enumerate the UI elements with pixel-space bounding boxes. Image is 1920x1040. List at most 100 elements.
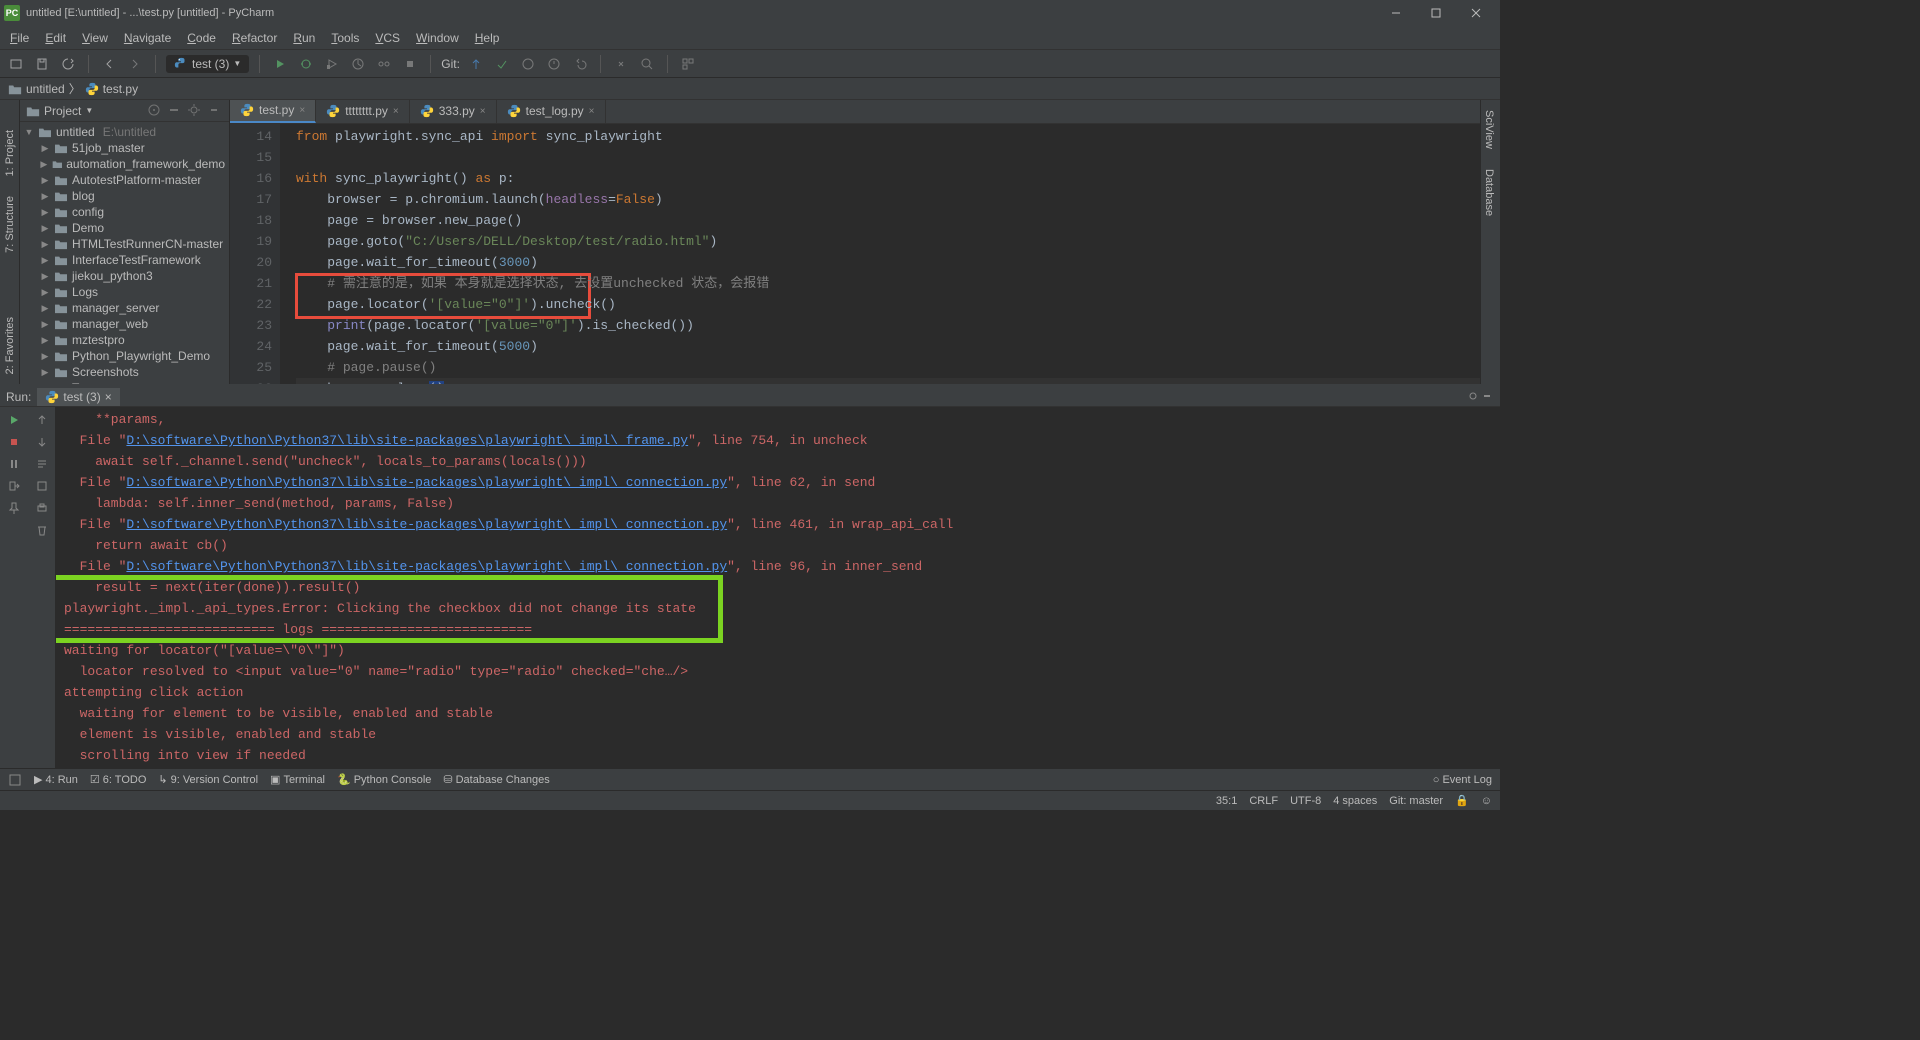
menu-code[interactable]: Code — [179, 29, 224, 47]
tree-node[interactable]: ▶AutotestPlatform-master — [20, 172, 229, 188]
status-vcs[interactable]: ↳ 9: Version Control — [158, 773, 258, 786]
locate-button[interactable] — [147, 103, 163, 119]
tree-node[interactable]: ▶InterfaceTestFramework — [20, 252, 229, 268]
hector-icon[interactable]: ☺ — [1481, 795, 1492, 807]
up-button[interactable] — [33, 411, 51, 429]
rerun-button[interactable] — [5, 411, 23, 429]
status-pyconsole[interactable]: 🐍 Python Console — [337, 773, 431, 786]
pause-button[interactable] — [5, 455, 23, 473]
status-position[interactable]: 35:1 — [1216, 795, 1237, 807]
side-tab-sciview[interactable]: SciView — [1481, 100, 1497, 159]
tree-node[interactable]: ▼Test — [20, 380, 229, 384]
hide-button[interactable] — [1480, 389, 1494, 406]
menu-help[interactable]: Help — [467, 29, 508, 47]
project-tree[interactable]: ▼untitledE:\untitled▶51job_master▶automa… — [20, 122, 229, 384]
forward-button[interactable] — [125, 54, 145, 74]
profile-button[interactable] — [348, 54, 368, 74]
git-commit-button[interactable] — [492, 54, 512, 74]
editor-tab[interactable]: test.py× — [230, 100, 316, 123]
breadcrumb-root[interactable]: untitled — [26, 82, 65, 96]
status-terminal[interactable]: ▣ Terminal — [270, 773, 325, 786]
tree-node[interactable]: ▶jiekou_python3 — [20, 268, 229, 284]
run-console[interactable]: **params, File "D:\software\Python\Pytho… — [56, 407, 1500, 768]
collapse-button[interactable] — [167, 103, 183, 119]
editor-code[interactable]: from playwright.sync_api import sync_pla… — [280, 124, 1480, 384]
status-eventlog[interactable]: ○ Event Log — [1433, 774, 1492, 786]
editor-tab[interactable]: test_log.py× — [497, 100, 606, 123]
coverage-button[interactable] — [322, 54, 342, 74]
stop-button[interactable] — [400, 54, 420, 74]
debug-button[interactable] — [296, 54, 316, 74]
close-icon[interactable]: × — [105, 390, 112, 404]
status-tool-windows[interactable] — [8, 773, 22, 787]
side-tab-structure[interactable]: 7: Structure — [2, 186, 18, 263]
menu-edit[interactable]: Edit — [37, 29, 74, 47]
menu-window[interactable]: Window — [408, 29, 467, 47]
back-button[interactable] — [99, 54, 119, 74]
editor-tab[interactable]: tttttttt.py× — [316, 100, 410, 123]
sync-button[interactable] — [58, 54, 78, 74]
status-lineending[interactable]: CRLF — [1249, 795, 1278, 807]
tree-node[interactable]: ▶config — [20, 204, 229, 220]
scroll-button[interactable] — [33, 477, 51, 495]
menu-refactor[interactable]: Refactor — [224, 29, 285, 47]
side-tab-database[interactable]: Database — [1481, 159, 1497, 226]
editor-tab[interactable]: 333.py× — [410, 100, 497, 123]
concurrency-button[interactable] — [374, 54, 394, 74]
breadcrumb-file[interactable]: test.py — [103, 82, 138, 96]
status-git[interactable]: Git: master — [1389, 795, 1443, 807]
tree-node[interactable]: ▶Demo — [20, 220, 229, 236]
hide-button[interactable] — [207, 103, 223, 119]
tree-node[interactable]: ▶Screenshots — [20, 364, 229, 380]
tree-node[interactable]: ▶blog — [20, 188, 229, 204]
print-button[interactable] — [33, 499, 51, 517]
ide-settings-button[interactable] — [611, 54, 631, 74]
git-update-button[interactable] — [466, 54, 486, 74]
minimize-button[interactable] — [1376, 0, 1416, 26]
delete-button[interactable] — [33, 521, 51, 539]
status-dbchanges[interactable]: ⛁ Database Changes — [443, 773, 549, 786]
gear-icon[interactable] — [1466, 389, 1480, 406]
git-compare-button[interactable] — [518, 54, 538, 74]
status-run[interactable]: ▶ 4: Run — [34, 773, 78, 786]
status-todo[interactable]: ☑ 6: TODO — [90, 773, 146, 786]
stop-button[interactable] — [5, 433, 23, 451]
structure-button[interactable] — [678, 54, 698, 74]
menu-vcs[interactable]: VCS — [367, 29, 408, 47]
wrap-button[interactable] — [33, 455, 51, 473]
tree-node[interactable]: ▶manager_server — [20, 300, 229, 316]
tree-node[interactable]: ▶Logs — [20, 284, 229, 300]
pin-button[interactable] — [5, 499, 23, 517]
menu-navigate[interactable]: Navigate — [116, 29, 179, 47]
tree-node[interactable]: ▶51job_master — [20, 140, 229, 156]
tree-node[interactable]: ▶mztestpro — [20, 332, 229, 348]
side-tab-favorites[interactable]: 2: Favorites — [2, 307, 18, 384]
gear-icon[interactable] — [187, 103, 203, 119]
close-button[interactable] — [1456, 0, 1496, 26]
tree-node[interactable]: ▶HTMLTestRunnerCN-master — [20, 236, 229, 252]
menu-run[interactable]: Run — [285, 29, 323, 47]
status-encoding[interactable]: UTF-8 — [1290, 795, 1321, 807]
search-button[interactable] — [637, 54, 657, 74]
tree-node[interactable]: ▶manager_web — [20, 316, 229, 332]
menu-view[interactable]: View — [74, 29, 116, 47]
tree-node[interactable]: ▼untitledE:\untitled — [20, 124, 229, 140]
run-button[interactable] — [270, 54, 290, 74]
tree-node[interactable]: ▶automation_framework_demo — [20, 156, 229, 172]
menu-file[interactable]: File — [2, 29, 37, 47]
lock-icon[interactable]: 🔒 — [1455, 794, 1469, 807]
maximize-button[interactable] — [1416, 0, 1456, 26]
menu-tools[interactable]: Tools — [323, 29, 367, 47]
git-revert-button[interactable] — [570, 54, 590, 74]
status-indent[interactable]: 4 spaces — [1333, 795, 1377, 807]
side-tab-project[interactable]: 1: Project — [2, 120, 18, 186]
save-button[interactable] — [32, 54, 52, 74]
tree-node[interactable]: ▶Python_Playwright_Demo — [20, 348, 229, 364]
git-history-button[interactable] — [544, 54, 564, 74]
down-button[interactable] — [33, 433, 51, 451]
chevron-down-icon[interactable]: ▼ — [85, 106, 93, 115]
open-button[interactable] — [6, 54, 26, 74]
run-tab[interactable]: test (3) × — [37, 388, 119, 406]
exit-button[interactable] — [5, 477, 23, 495]
run-config-dropdown[interactable]: test (3) ▼ — [166, 55, 249, 73]
